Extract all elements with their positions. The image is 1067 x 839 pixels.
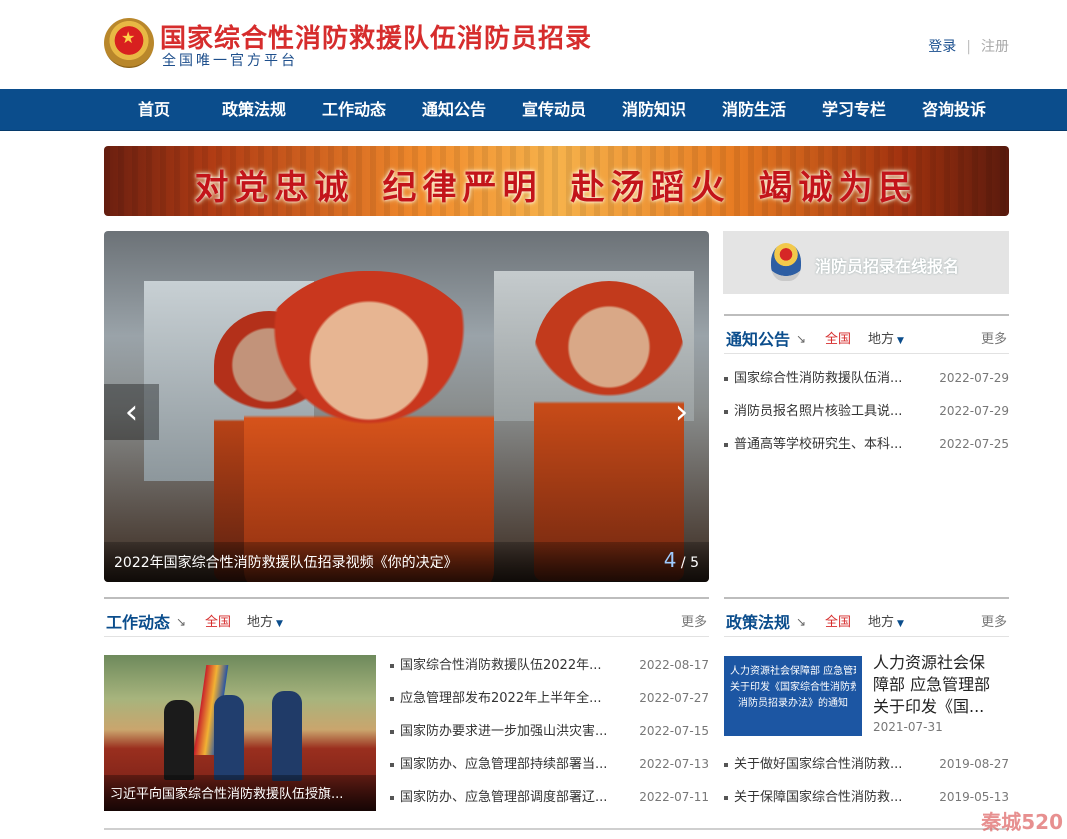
carousel-counter-separator: / [680, 555, 686, 571]
site-header: ★ 国家综合性消防救援队伍消防员招录 全国唯一官方平台 登录 | 注册 [0, 0, 1067, 89]
slogan-phrase: 竭诚为民 [758, 168, 919, 208]
policy-card-line: 消防员招录办法》的通知 [738, 698, 848, 709]
photo-figure [272, 691, 302, 781]
policy-section-title[interactable]: 政策法规 [726, 609, 790, 633]
policy-featured-image[interactable]: 人力资源社会保障部 应急管理部 关于印发《国家综合性消防救援队伍 消防员招录办法… [724, 656, 862, 736]
photo-caption[interactable]: 习近平向国家综合性消防救援队伍授旗... [110, 783, 370, 802]
section-divider [104, 828, 1009, 830]
list-item[interactable]: 应急管理部发布2022年上半年全... 2022-07-27 [390, 682, 709, 715]
carousel-current: 4 [663, 548, 677, 572]
login-link[interactable]: 登录 [928, 39, 956, 55]
policy-featured-title[interactable]: 人力资源社会保障部 应急管理部关于印发《国... [873, 652, 999, 718]
more-link[interactable]: 更多 [981, 328, 1007, 347]
main-nav: 首页 政策法规 工作动态 通知公告 宣传动员 消防知识 消防生活 学习专栏 咨询… [0, 89, 1067, 131]
nav-item-fire-knowledge[interactable]: 消防知识 [604, 89, 704, 131]
nav-item-consult-complaint[interactable]: 咨询投诉 [904, 89, 1004, 131]
chevron-left-icon[interactable]: ‹ [104, 384, 159, 440]
work-news-list: 国家综合性消防救援队伍2022年... 2022-08-17 应急管理部发布202… [390, 649, 709, 814]
more-link[interactable]: 更多 [681, 611, 707, 630]
list-item[interactable]: 国家综合性消防救援队伍2022年... 2022-08-17 [390, 649, 709, 682]
photo-figure [164, 700, 194, 780]
register-link[interactable]: 注册 [981, 39, 1009, 55]
carousel-counter: 4 / 5 [664, 548, 699, 572]
slogan-phrase: 对党忠诚 [194, 168, 355, 208]
work-news-section-header: 工作动态 ↘ 全国 地方 ▼ 更多 [104, 597, 709, 637]
fire-rescue-emblem-icon[interactable]: ★ [104, 18, 154, 68]
nav-item-study-column[interactable]: 学习专栏 [804, 89, 904, 131]
caret-down-icon: ▼ [897, 336, 904, 346]
notice-list: 国家综合性消防救援队伍消... 2022-07-29 消防员报名照片核验工具说..… [724, 362, 1009, 461]
list-item[interactable]: 消防员报名照片核验工具说... 2022-07-29 [724, 395, 1009, 428]
tab-national[interactable]: 全国 [825, 611, 851, 630]
list-item[interactable]: 国家防办要求进一步加强山洪灾害... 2022-07-15 [390, 715, 709, 748]
notice-section-title[interactable]: 通知公告 [726, 326, 790, 350]
list-item[interactable]: 关于保障国家综合性消防救... 2019-05-13 [724, 781, 1009, 814]
auth-links: 登录 | 注册 [928, 36, 1009, 56]
nav-item-fire-life[interactable]: 消防生活 [704, 89, 804, 131]
policy-section-header: 政策法规 ↘ 全国 地方 ▼ 更多 [724, 597, 1009, 637]
more-link[interactable]: 更多 [981, 611, 1007, 630]
tab-local[interactable]: 地方 ▼ [868, 611, 904, 630]
hero-carousel[interactable]: ‹ › 2022年国家综合性消防救援队伍招录视频《你的决定》 4 / 5 [104, 231, 709, 582]
list-item[interactable]: 普通高等学校研究生、本科... 2022-07-25 [724, 428, 1009, 461]
corner-arrow-icon: ↘ [796, 332, 807, 346]
slogan-phrase: 赴汤蹈火 [570, 168, 731, 208]
chevron-right-icon[interactable]: › [654, 384, 709, 440]
work-news-section-title[interactable]: 工作动态 [106, 609, 170, 633]
tab-national[interactable]: 全国 [825, 328, 851, 347]
nav-item-notices[interactable]: 通知公告 [404, 89, 504, 131]
corner-arrow-icon: ↘ [176, 615, 187, 629]
carousel-photo-firefighter [244, 271, 494, 582]
list-item[interactable]: 国家综合性消防救援队伍消... 2022-07-29 [724, 362, 1009, 395]
nav-item-work-news[interactable]: 工作动态 [304, 89, 404, 131]
list-item[interactable]: 国家防办、应急管理部持续部署当... 2022-07-13 [390, 748, 709, 781]
nav-item-publicity[interactable]: 宣传动员 [504, 89, 604, 131]
notice-section-header: 通知公告 ↘ 全国 地方 ▼ 更多 [724, 314, 1009, 354]
policy-featured-date: 2021-07-31 [873, 720, 943, 734]
site-subtitle: 全国唯一官方平台 [162, 53, 298, 69]
tab-local[interactable]: 地方 ▼ [247, 611, 283, 630]
watermark: 秦城520 [981, 810, 1063, 834]
nav-item-policy[interactable]: 政策法规 [204, 89, 304, 131]
online-signup-banner[interactable]: 消防员招录在线报名 [723, 231, 1009, 294]
slogan-phrase: 纪律严明 [382, 168, 543, 208]
carousel-total: 5 [690, 555, 699, 571]
carousel-caption[interactable]: 2022年国家综合性消防救援队伍招录视频《你的决定》 [114, 552, 458, 572]
fire-badge-icon [771, 243, 801, 281]
list-item[interactable]: 国家防办、应急管理部调度部署辽... 2022-07-11 [390, 781, 709, 814]
banner-slogan: 对党忠诚 纪律严明 赴汤蹈火 竭诚为民 [104, 160, 1009, 209]
photo-figure [214, 695, 244, 780]
policy-card-line: 人力资源社会保障部 应急管理部 [730, 666, 856, 677]
list-item[interactable]: 关于做好国家综合性消防救... 2019-08-27 [724, 748, 1009, 781]
slogan-banner: 对党忠诚 纪律严明 赴汤蹈火 竭诚为民 [104, 146, 1009, 216]
nav-item-home[interactable]: 首页 [104, 89, 204, 131]
auth-separator: | [966, 39, 971, 55]
tab-local[interactable]: 地方 ▼ [868, 328, 904, 347]
tab-national[interactable]: 全国 [205, 611, 231, 630]
caret-down-icon: ▼ [276, 619, 283, 629]
signup-label: 消防员招录在线报名 [815, 257, 960, 276]
work-news-photo[interactable]: 习近平向国家综合性消防救援队伍授旗... [104, 655, 376, 811]
policy-card-line: 关于印发《国家综合性消防救援队伍 [730, 682, 856, 693]
caret-down-icon: ▼ [897, 619, 904, 629]
corner-arrow-icon: ↘ [796, 615, 807, 629]
policy-list: 关于做好国家综合性消防救... 2019-08-27 关于保障国家综合性消防救..… [724, 748, 1009, 814]
